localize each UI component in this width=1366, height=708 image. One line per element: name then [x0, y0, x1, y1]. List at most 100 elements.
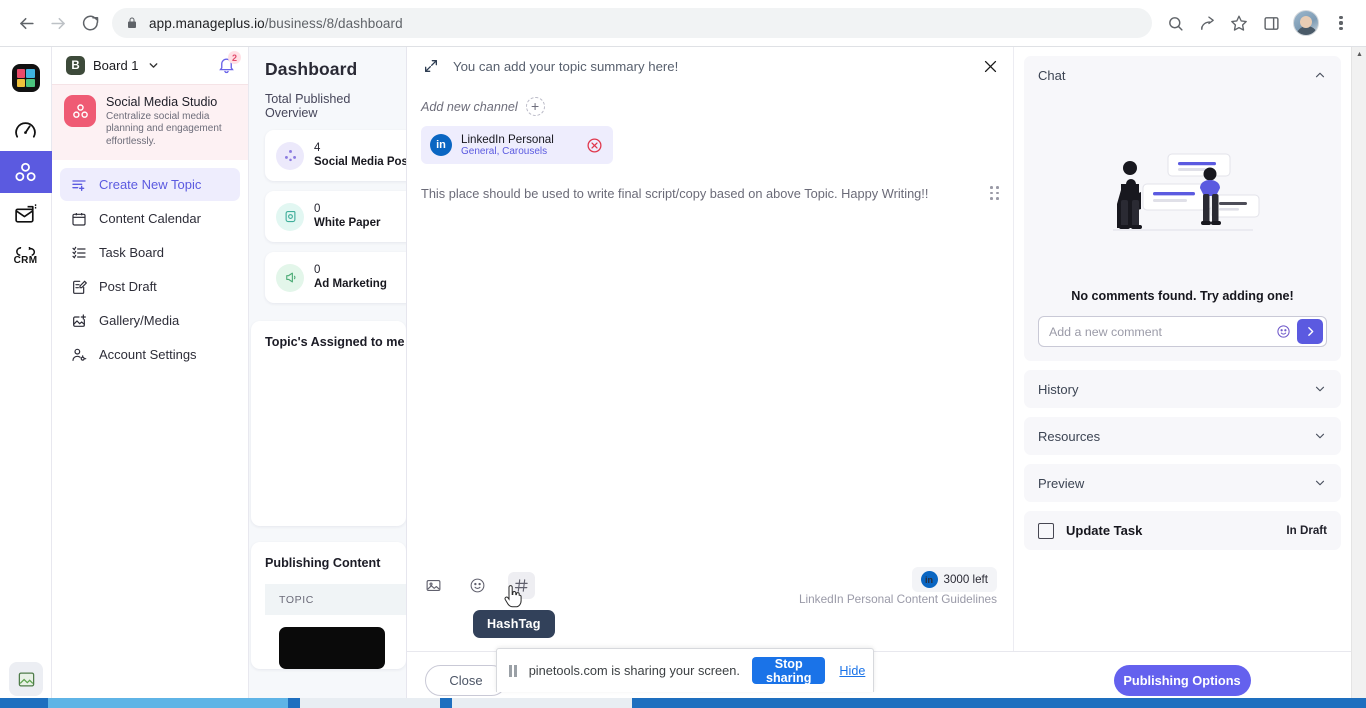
chevron-up-icon[interactable]: [1313, 68, 1327, 82]
back-arrow-icon[interactable]: [10, 7, 42, 39]
app-logo-icon[interactable]: [0, 57, 52, 99]
sidebar-item-account-settings[interactable]: Account Settings: [60, 338, 240, 371]
draft-edit-icon: [70, 279, 87, 295]
rail-dashboard-gauge-icon[interactable]: [0, 109, 52, 151]
stat-card-white-paper[interactable]: 0 White Paper: [265, 191, 406, 242]
scroll-up-arrow[interactable]: ▲: [1352, 47, 1366, 62]
close-x-icon[interactable]: [982, 58, 999, 75]
checkbox-unchecked[interactable]: [1038, 522, 1054, 539]
account-settings-icon: [70, 347, 87, 363]
rail-user-thumbnail[interactable]: [9, 662, 43, 696]
sidebar-item-task-board[interactable]: Task Board: [60, 236, 240, 269]
sidebar-item-gallery-media[interactable]: Gallery/Media: [60, 304, 240, 337]
rail-email-campaign-icon[interactable]: [0, 193, 52, 235]
dashboard-subtitle: Total Published Overview: [265, 92, 351, 120]
browser-action-icons: [1160, 8, 1356, 38]
stat-card-social-media-post[interactable]: 4 Social Media Post: [265, 130, 406, 181]
notification-bell-icon[interactable]: 2: [217, 51, 241, 75]
side-panel-icon[interactable]: [1256, 8, 1286, 38]
stat-card-ad-marketing[interactable]: 0 Ad Marketing: [265, 252, 406, 303]
publishing-options-button[interactable]: Publishing Options: [1113, 664, 1251, 696]
preview-section-title: Preview: [1038, 475, 1085, 491]
share-icon[interactable]: [1192, 8, 1222, 38]
dashboard-column: Dashboard Total Published Overview 4 Soc…: [249, 47, 406, 708]
stop-sharing-button[interactable]: Stop sharing: [751, 657, 826, 685]
stat-count: 0: [314, 202, 321, 215]
sidebar-item-content-calendar[interactable]: Content Calendar: [60, 202, 240, 235]
board-badge: B: [66, 56, 85, 75]
board-selector[interactable]: B Board 1 2: [52, 47, 248, 84]
studio-icon: [64, 95, 96, 127]
remove-circle-icon[interactable]: [586, 137, 603, 154]
gallery-add-icon: [70, 313, 87, 329]
search-icon[interactable]: [1160, 8, 1190, 38]
create-topic-icon: [70, 177, 87, 193]
history-section-title: History: [1038, 381, 1079, 397]
send-arrow-icon[interactable]: [1297, 319, 1323, 344]
insert-image-icon[interactable]: [420, 572, 447, 599]
lock-icon: [126, 17, 138, 29]
forward-arrow-icon[interactable]: [42, 7, 74, 39]
white-paper-icon: [276, 202, 304, 231]
star-icon[interactable]: [1224, 8, 1254, 38]
screen-share-message: pinetools.com is sharing your screen.: [528, 663, 740, 678]
chevron-down-icon[interactable]: [147, 59, 160, 72]
application: CRM B Board 1 2 Social Media Studio Cent…: [0, 47, 1366, 708]
history-section: History: [1024, 370, 1341, 408]
taskbar-item[interactable]: [300, 698, 440, 708]
preview-section-header[interactable]: Preview: [1024, 464, 1341, 502]
channel-name: LinkedIn Personal: [461, 132, 554, 146]
rail-social-media-studio-icon[interactable]: [0, 151, 52, 193]
channel-chip-linkedin[interactable]: in LinkedIn Personal General, Carousels: [421, 126, 613, 164]
update-task-row[interactable]: Update Task In Draft: [1024, 511, 1341, 550]
chat-section-header[interactable]: Chat: [1024, 56, 1341, 94]
address-bar[interactable]: app.manageplus.io/business/8/dashboard: [112, 8, 1152, 38]
chevron-down-icon[interactable]: [1313, 476, 1327, 490]
page-scrollbar[interactable]: ▲ ▼: [1351, 47, 1366, 708]
channel-subtypes: General, Carousels: [461, 145, 548, 157]
assigned-topics-panel: Topic's Assigned to me: [251, 321, 406, 526]
rail-crm-label: CRM: [13, 254, 38, 266]
comment-input[interactable]: [1049, 324, 1270, 339]
chat-empty-illustration: [1038, 94, 1327, 289]
hide-link[interactable]: Hide: [839, 664, 865, 678]
screen-share-bar: pinetools.com is sharing your screen. St…: [496, 648, 874, 692]
emoji-icon[interactable]: [464, 572, 491, 599]
task-label: Update Task: [1066, 523, 1143, 538]
chevron-down-icon[interactable]: [1313, 429, 1327, 443]
rail-crm-icon[interactable]: CRM: [0, 235, 52, 277]
linkedin-icon: in: [430, 134, 452, 156]
history-section-header[interactable]: History: [1024, 370, 1341, 408]
sidebar-item-create-new-topic[interactable]: Create New Topic: [60, 168, 240, 202]
taskbar-item[interactable]: [48, 698, 288, 708]
chevron-down-icon[interactable]: [1313, 382, 1327, 396]
emoji-smiley-icon[interactable]: [1276, 324, 1291, 339]
hashtag-icon[interactable]: [508, 572, 535, 599]
linkedin-icon: in: [920, 571, 938, 588]
pause-icon[interactable]: [509, 664, 517, 677]
kebab-menu-icon[interactable]: [1326, 8, 1356, 38]
sidebar-item-post-draft[interactable]: Post Draft: [60, 270, 240, 303]
profile-avatar[interactable]: [1293, 10, 1319, 36]
editor-content-area[interactable]: This place should be used to write final…: [421, 186, 999, 201]
status-badge: In Draft: [1286, 524, 1327, 537]
url-path: /business/8/dashboard: [264, 15, 403, 31]
right-panel: Chat No comments found. Try adding one! …: [1013, 47, 1351, 708]
publishing-thumbnail[interactable]: [279, 627, 385, 669]
content-guidelines-link[interactable]: LinkedIn Personal Content Guidelines: [799, 592, 997, 606]
logo-grid: [11, 64, 40, 92]
taskbar-item[interactable]: [452, 698, 632, 708]
studio-description: Centralize social media planning and eng…: [106, 111, 222, 147]
close-button[interactable]: Close: [425, 664, 507, 696]
chat-section: Chat No comments found. Try adding one! …: [1024, 56, 1341, 361]
reload-icon[interactable]: [74, 7, 106, 39]
resources-section-header[interactable]: Resources: [1024, 417, 1341, 455]
topic-summary-text[interactable]: You can add your topic summary here!: [453, 59, 968, 74]
expand-arrows-icon[interactable]: [423, 58, 439, 74]
sidebar-item-label: Gallery/Media: [99, 313, 180, 329]
add-channel-button[interactable]: +: [525, 97, 545, 116]
editor-placeholder: This place should be used to write final…: [421, 186, 929, 201]
board-name: Board 1: [93, 58, 139, 73]
comment-input-wrap[interactable]: [1038, 316, 1327, 347]
drag-handle-icon[interactable]: [990, 186, 999, 200]
